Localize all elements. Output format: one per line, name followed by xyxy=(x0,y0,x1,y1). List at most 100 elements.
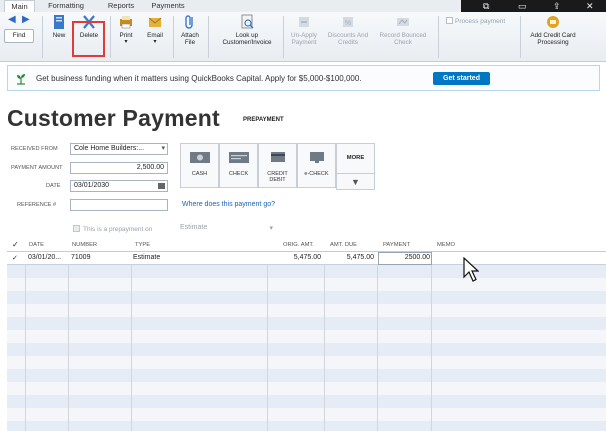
paperclip-icon xyxy=(185,15,193,29)
table-row-empty xyxy=(7,369,606,382)
column-divider xyxy=(324,239,325,431)
svg-text:%: % xyxy=(345,20,351,27)
lookup-customer-invoice-button[interactable]: Look up Customer/Invoice xyxy=(215,14,279,46)
previous-arrow-icon[interactable]: ◀ xyxy=(8,15,16,25)
mouse-cursor-icon xyxy=(463,257,479,282)
more-payment-methods-button[interactable]: MORE ▼ xyxy=(336,143,375,190)
row-type: Estimate xyxy=(133,254,161,261)
record-bounced-check-button[interactable]: Record Bounced Check xyxy=(374,14,432,46)
row-date: 03/01/20... xyxy=(28,254,62,261)
table-row-empty xyxy=(7,278,606,291)
discounts-credits-button[interactable]: % Discounts And Credits xyxy=(324,14,372,46)
discount-icon: % xyxy=(343,17,353,27)
add-credit-card-processing-button[interactable]: Add Credit Card Processing xyxy=(524,14,582,46)
separator xyxy=(42,16,43,58)
process-payment-check-box[interactable] xyxy=(446,17,453,24)
payment-method-check[interactable]: CHECK xyxy=(219,143,258,188)
new-document-icon xyxy=(54,15,64,29)
credit-debit-label: CREDIT DEBIT xyxy=(267,171,288,183)
envelope-icon xyxy=(148,17,162,27)
table-row-empty xyxy=(7,408,606,421)
separator xyxy=(283,16,284,58)
process-payment-checkbox[interactable]: Process payment xyxy=(446,17,505,25)
print-dropdown-icon[interactable]: ▾ xyxy=(114,39,138,46)
capital-banner: Get business funding when it matters usi… xyxy=(7,65,600,91)
prepayment-type-select[interactable]: Estimate ▾ xyxy=(180,224,275,236)
header-amt-due[interactable]: AMT. DUE xyxy=(330,242,357,248)
new-button[interactable]: New xyxy=(47,14,71,39)
prepayment-checkbox-row[interactable]: This is a prepayment on xyxy=(73,225,152,233)
caption-icon[interactable]: ▭ xyxy=(518,1,527,11)
unapply-payment-icon xyxy=(299,17,309,27)
email-button[interactable]: Email ▾ xyxy=(142,14,168,46)
prepayment-type-value: Estimate xyxy=(180,224,208,231)
video-overlay-bar: ⧉ ▭ ⇪ ✕ xyxy=(461,0,606,12)
table-row[interactable]: ✓ 03/01/20... 71009 Estimate 5,475.00 5,… xyxy=(7,252,606,265)
copy-icon[interactable]: ⧉ xyxy=(483,1,489,11)
invoice-table: ✓ DATE NUMBER TYPE ORIG. AMT. AMT. DUE P… xyxy=(7,239,606,431)
bounced-check-icon xyxy=(397,18,409,26)
table-row-empty xyxy=(7,421,606,431)
payment-method-echeck[interactable]: e-CHECK xyxy=(297,143,336,188)
unapply-payment-button[interactable]: Un-Apply Payment xyxy=(286,14,322,46)
payment-amount-value: 2,500.00 xyxy=(136,164,164,171)
header-number[interactable]: NUMBER xyxy=(72,242,97,248)
echeck-label: e-CHECK xyxy=(304,171,329,177)
column-divider xyxy=(431,239,432,431)
tab-main[interactable]: Main xyxy=(4,0,35,12)
prepayment-checkbox[interactable] xyxy=(73,225,80,232)
cash-icon xyxy=(189,152,210,163)
header-memo[interactable]: MEMO xyxy=(437,242,455,248)
table-row-empty xyxy=(7,304,606,317)
attach-file-button[interactable]: Attach File xyxy=(177,14,203,46)
reference-label: REFERENCE # xyxy=(17,202,57,208)
payment-amount-input[interactable]: 2500.00 xyxy=(378,252,432,265)
payment-method-cash[interactable]: CASH xyxy=(180,143,219,188)
banner-message: Get business funding when it matters usi… xyxy=(36,74,362,83)
column-divider xyxy=(267,239,268,431)
more-label: MORE xyxy=(346,155,365,161)
header-check[interactable]: ✓ xyxy=(12,240,19,249)
separator xyxy=(173,16,174,58)
column-divider xyxy=(377,239,378,431)
chevron-down-icon[interactable]: ▾ xyxy=(161,144,165,154)
tab-reports[interactable]: Reports xyxy=(104,0,138,12)
date-label: DATE xyxy=(46,183,61,189)
received-from-value: Cole Home Builders:... xyxy=(74,145,145,152)
get-started-button[interactable]: Get started xyxy=(433,72,490,85)
payment-amount-field[interactable]: 2,500.00 xyxy=(70,162,168,174)
header-payment[interactable]: PAYMENT xyxy=(383,242,410,248)
add-credit-card-label: Add Credit Card Processing xyxy=(530,32,576,46)
header-date[interactable]: DATE xyxy=(29,242,44,248)
header-orig-amt[interactable]: ORIG. AMT. xyxy=(283,242,314,248)
row-amt-due: 5,475.00 xyxy=(346,254,374,261)
lookup-document-icon xyxy=(241,14,254,29)
share-icon[interactable]: ⇪ xyxy=(553,1,561,11)
calendar-icon[interactable] xyxy=(158,183,165,189)
date-field[interactable]: 03/01/2030 xyxy=(70,180,168,192)
close-icon[interactable]: ✕ xyxy=(586,1,594,11)
next-arrow-icon[interactable]: ▶ xyxy=(22,15,30,25)
find-button[interactable]: Find xyxy=(4,29,34,43)
tab-strip: Main Formatting Reports Payments ⧉ ▭ ⇪ ✕ xyxy=(0,0,606,12)
column-divider xyxy=(68,239,69,431)
received-from-field[interactable]: Cole Home Builders:... ▾ xyxy=(70,143,168,155)
chevron-down-icon[interactable]: ▾ xyxy=(269,224,273,232)
triangle-down-icon[interactable]: ▼ xyxy=(337,173,374,187)
payment-method-credit-debit[interactable]: CREDIT DEBIT xyxy=(258,143,297,188)
separator xyxy=(110,16,111,58)
print-button[interactable]: Print ▾ xyxy=(114,14,138,46)
email-dropdown-icon[interactable]: ▾ xyxy=(142,39,168,46)
credit-card-icon xyxy=(270,152,285,162)
printer-icon xyxy=(120,16,132,29)
where-does-payment-go-link[interactable]: Where does this payment go? xyxy=(182,201,275,208)
table-row-empty xyxy=(7,356,606,369)
prepayment-text: This is a prepayment on xyxy=(83,226,153,233)
echeck-monitor-icon xyxy=(309,152,324,163)
row-check[interactable]: ✓ xyxy=(12,254,18,262)
tab-formatting[interactable]: Formatting xyxy=(44,0,88,12)
tab-payments[interactable]: Payments xyxy=(148,0,188,12)
reference-field[interactable] xyxy=(70,199,168,211)
separator xyxy=(208,16,209,58)
header-type[interactable]: TYPE xyxy=(135,242,150,248)
